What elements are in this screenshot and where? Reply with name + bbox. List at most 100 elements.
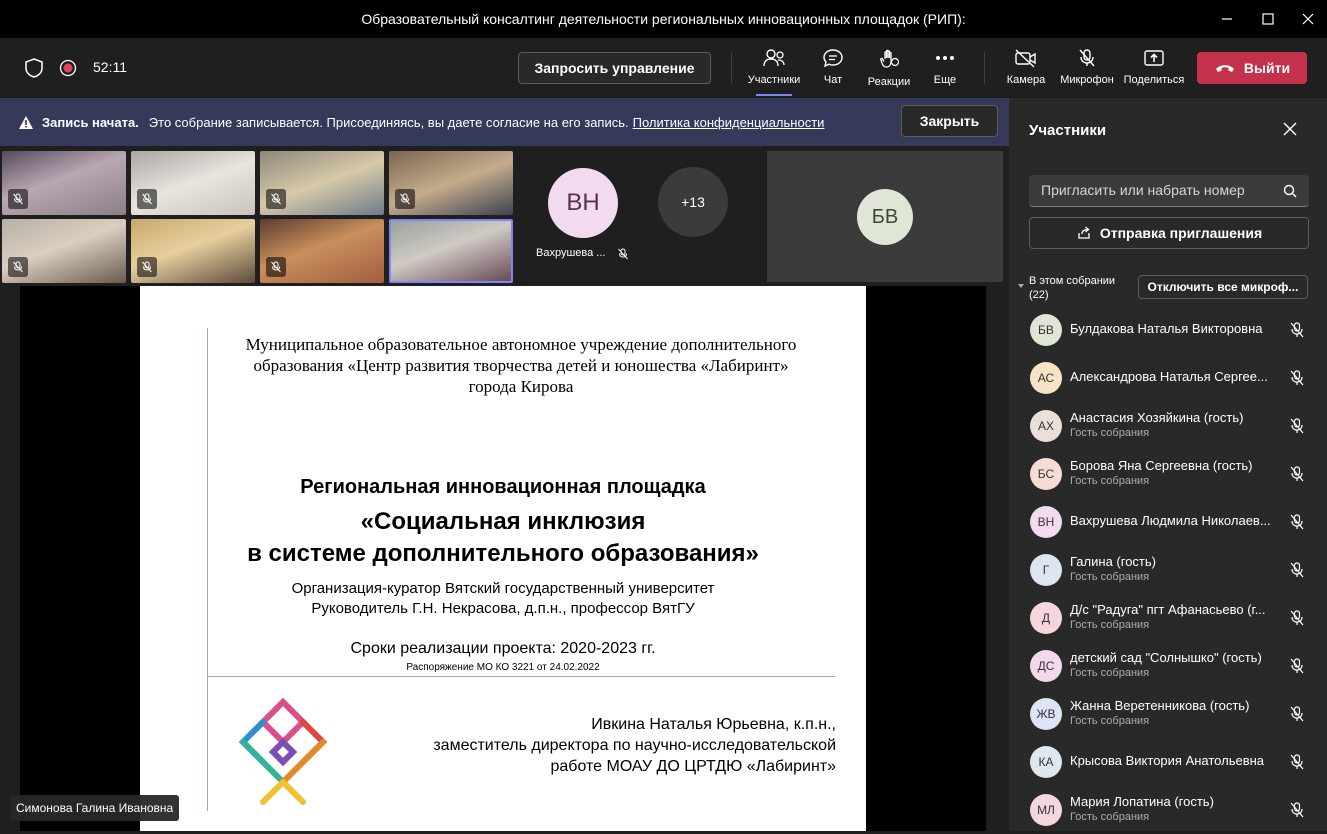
mic-off-icon[interactable] xyxy=(1288,369,1306,387)
participant-name: Борова Яна Сергеевна (гость) xyxy=(1070,458,1253,473)
send-invite-button[interactable]: Отправка приглашения xyxy=(1029,217,1309,249)
microphone-button[interactable]: Микрофон xyxy=(1058,48,1116,92)
title-bar: Образовательный консалтинг деятельности … xyxy=(0,0,1327,38)
avatar: АХ xyxy=(1030,410,1062,442)
send-invite-label: Отправка приглашения xyxy=(1099,225,1263,241)
avatar[interactable]: ВН xyxy=(548,168,618,238)
mic-off-icon xyxy=(266,189,286,209)
mute-all-button[interactable]: Отключить все микроф... xyxy=(1138,275,1308,299)
avatar: КА xyxy=(1030,746,1062,778)
banner-close-button[interactable]: Закрыть xyxy=(901,105,998,137)
recording-icon xyxy=(56,56,80,80)
slide-title: Региональная инновационная площадка xyxy=(300,476,706,498)
video-tile[interactable] xyxy=(131,151,255,215)
self-video-tile[interactable] xyxy=(389,219,513,283)
video-tile[interactable] xyxy=(2,151,126,215)
panel-close-button[interactable] xyxy=(1283,122,1297,141)
participant-role: Гость собрания xyxy=(1070,811,1150,823)
close-icon xyxy=(1283,122,1297,136)
request-control-button[interactable]: Запросить управление xyxy=(518,52,711,84)
minimize-button[interactable] xyxy=(1204,0,1250,38)
participants-button[interactable]: Участники xyxy=(747,48,801,96)
chat-icon xyxy=(823,49,843,68)
video-tile[interactable] xyxy=(389,151,513,215)
participant-role: Гость собрания xyxy=(1070,619,1150,631)
overflow-participants-button[interactable]: +13 xyxy=(658,167,728,237)
participant-name: Александрова Наталья Сергее... xyxy=(1070,369,1268,384)
share-icon xyxy=(1078,226,1090,239)
video-tile[interactable] xyxy=(131,219,255,283)
mic-off-icon[interactable] xyxy=(1288,321,1306,339)
video-tile[interactable]: БВ xyxy=(767,151,1003,282)
close-window-button[interactable] xyxy=(1285,0,1327,38)
mic-off-icon xyxy=(137,189,157,209)
in-meeting-section[interactable]: В этом собрании (22) xyxy=(1029,274,1115,302)
participant-row[interactable]: ДС детский сад "Солнышко" (гость) Гость со… xyxy=(1029,642,1319,690)
mic-off-icon xyxy=(1079,49,1095,67)
mic-off-icon xyxy=(8,257,28,277)
video-tile[interactable] xyxy=(260,219,384,283)
meeting-stage: ВН Вахрушева ... +13 БВ Муниципальное об… xyxy=(0,146,1009,831)
leave-label: Выйти xyxy=(1243,60,1291,76)
participant-row[interactable]: АХ Анастасия Хозяйкина (гость) Гость собра… xyxy=(1029,402,1319,450)
leave-button[interactable]: Выйти xyxy=(1197,52,1307,84)
participants-label: Участники xyxy=(747,74,801,86)
chevron-down-icon[interactable] xyxy=(1017,282,1025,290)
chat-button[interactable]: Чат xyxy=(818,48,848,92)
participant-name: детский сад "Солнышко" (гость) xyxy=(1070,650,1262,665)
labyrinth-logo xyxy=(238,697,328,805)
presentation-slide: Муниципальное образовательное автономное… xyxy=(140,286,866,831)
slide-project-title: «Социальная инклюзия в системе дополните… xyxy=(247,508,759,567)
presenter-name: Симонова Галина Ивановна xyxy=(10,795,180,821)
more-button[interactable]: Еще xyxy=(930,48,960,92)
participant-row[interactable]: ЖВ Жанна Веретенникова (гость) Гость собра… xyxy=(1029,690,1319,738)
mic-off-icon[interactable] xyxy=(1288,657,1306,675)
invite-search-input[interactable]: Пригласить или набрать номер xyxy=(1029,175,1309,207)
participant-role: Гость собрания xyxy=(1070,715,1150,727)
more-label: Еще xyxy=(933,74,957,86)
reactions-button[interactable]: Реакции xyxy=(864,48,914,92)
mic-off-icon[interactable] xyxy=(1288,561,1306,579)
mic-off-icon[interactable] xyxy=(1288,753,1306,771)
participant-row[interactable]: ВН Вахрушева Людмила Николаев... xyxy=(1029,498,1319,546)
mic-off-icon[interactable] xyxy=(1288,801,1306,819)
participant-row[interactable]: БВ Булдакова Наталья Викторовна xyxy=(1029,306,1319,354)
participant-row[interactable]: БС Борова Яна Сергеевна (гость) Гость собр… xyxy=(1029,450,1319,498)
participant-row[interactable]: Д Д/с "Радуга" пгт Афанасьево (г... Гость … xyxy=(1029,594,1319,642)
video-tile[interactable] xyxy=(2,219,126,283)
participant-name: Жанна Веретенникова (гость) xyxy=(1070,698,1250,713)
avatar: ЖВ xyxy=(1030,698,1062,730)
slide-term: Сроки реализации проекта: 2020-2023 гг. xyxy=(350,640,656,657)
mic-off-icon[interactable] xyxy=(1288,417,1306,435)
slide-order: Распоряжение МО КО 3221 от 24.02.2022 xyxy=(406,662,600,673)
mic-off-icon[interactable] xyxy=(1288,705,1306,723)
search-icon[interactable] xyxy=(1283,184,1297,203)
meeting-toolbar: 52:11 Запросить управление Участники Чат… xyxy=(0,38,1327,98)
participant-row[interactable]: АС Александрова Наталья Сергее... xyxy=(1029,354,1319,402)
recording-banner: Запись начата. Это собрание записывается… xyxy=(0,98,1009,146)
share-label: Поделиться xyxy=(1123,74,1185,86)
participant-name: Булдакова Наталья Викторовна xyxy=(1070,321,1263,336)
mic-off-icon[interactable] xyxy=(1288,609,1306,627)
mic-off-icon[interactable] xyxy=(1288,465,1306,483)
more-icon xyxy=(936,56,954,60)
privacy-policy-link[interactable]: Политика конфиденциальности xyxy=(633,115,825,130)
shield-icon[interactable] xyxy=(22,56,46,80)
participant-row[interactable]: МЛ Мария Лопатина (гость) Гость собрания xyxy=(1029,786,1319,834)
participant-row[interactable]: Г Галина (гость) Гость собрания xyxy=(1029,546,1319,594)
participant-role: Гость собрания xyxy=(1070,571,1150,583)
avatar: АС xyxy=(1030,362,1062,394)
mic-off-icon xyxy=(8,189,28,209)
avatar: ВН xyxy=(1030,506,1062,538)
share-button[interactable]: Поделиться xyxy=(1122,48,1186,92)
video-tile[interactable] xyxy=(260,151,384,215)
camera-button[interactable]: Камера xyxy=(1004,48,1048,92)
participant-name: Анастасия Хозяйкина (гость) xyxy=(1070,410,1244,425)
microphone-label: Микрофон xyxy=(1060,74,1114,86)
participant-role: Гость собрания xyxy=(1070,475,1150,487)
participant-row[interactable]: КА Крысова Виктория Анатольевна xyxy=(1029,738,1319,786)
slide-curator: Организация-куратор Вятский государствен… xyxy=(291,580,715,617)
toolbar-divider xyxy=(731,52,732,84)
close-icon xyxy=(1302,13,1314,25)
mic-off-icon[interactable] xyxy=(1288,513,1306,531)
